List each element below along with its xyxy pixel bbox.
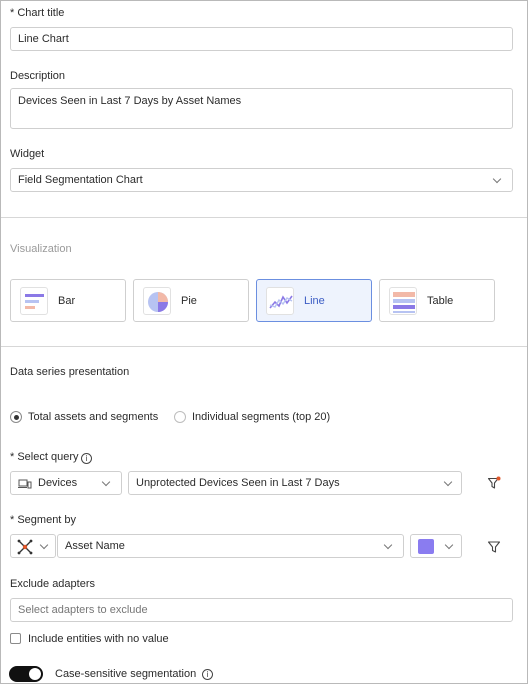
chevron-down-icon <box>443 477 453 487</box>
segment-type-select[interactable] <box>10 534 56 558</box>
widget-label: Widget <box>10 148 45 160</box>
viz-option-bar-label: Bar <box>58 294 76 307</box>
chevron-down-icon <box>383 540 393 550</box>
viz-option-table-label: Table <box>427 294 454 307</box>
chart-title-value: Line Chart <box>18 33 69 45</box>
chart-title-label: * Chart title <box>10 7 65 19</box>
segment-by-label: * Segment by <box>10 514 77 526</box>
include-no-value-checkbox[interactable] <box>10 633 21 644</box>
segment-field-icon <box>17 539 33 555</box>
description-label: Description <box>10 70 66 82</box>
viz-option-pie-label: Pie <box>181 294 197 307</box>
data-series-label: Data series presentation <box>10 366 130 378</box>
bar-chart-icon <box>20 287 48 315</box>
radio-total-assets-label: Total assets and segments <box>28 411 159 423</box>
radio-individual-segments-label: Individual segments (top 20) <box>192 411 331 423</box>
exclude-adapters-label: Exclude adapters <box>10 578 95 590</box>
chevron-down-icon <box>444 540 454 550</box>
device-icon <box>18 479 32 489</box>
chevron-down-icon <box>39 540 49 550</box>
description-textarea[interactable]: Devices Seen in Last 7 Days by Asset Nam… <box>10 88 513 129</box>
filter-icon[interactable] <box>487 476 501 490</box>
filter-icon[interactable] <box>487 540 501 554</box>
viz-option-table[interactable]: Table <box>379 279 495 322</box>
chevron-down-icon <box>492 174 502 184</box>
exclude-adapters-input[interactable]: Select adapters to exclude <box>10 598 513 622</box>
segment-field-value: Asset Name <box>65 540 125 552</box>
widget-value: Field Segmentation Chart <box>18 174 143 186</box>
segment-field-select[interactable]: Asset Name <box>57 534 404 558</box>
entity-value: Devices <box>38 477 78 489</box>
query-select[interactable]: Unprotected Devices Seen in Last 7 Days <box>128 471 462 495</box>
select-query-label: * Select query <box>10 451 79 463</box>
chart-config-panel: * Chart title Line Chart Description Dev… <box>0 0 528 684</box>
segment-color-picker[interactable] <box>410 534 462 558</box>
viz-option-line-label: Line <box>304 294 325 307</box>
pie-chart-icon <box>143 287 171 315</box>
section-divider <box>1 346 527 347</box>
viz-option-bar[interactable]: Bar <box>10 279 126 322</box>
chevron-down-icon <box>101 477 111 487</box>
table-icon <box>389 287 417 315</box>
widget-select[interactable]: Field Segmentation Chart <box>10 168 513 192</box>
exclude-adapters-placeholder: Select adapters to exclude <box>18 604 148 616</box>
radio-individual-segments[interactable] <box>174 411 186 423</box>
info-icon[interactable]: i <box>81 453 92 464</box>
entity-select[interactable]: Devices <box>10 471 122 495</box>
description-value: Devices Seen in Last 7 Days by Asset Nam… <box>18 95 242 107</box>
case-sensitive-toggle[interactable] <box>9 666 43 682</box>
color-swatch <box>418 539 434 554</box>
radio-total-assets[interactable] <box>10 411 22 423</box>
viz-option-pie[interactable]: Pie <box>133 279 249 322</box>
viz-option-line[interactable]: Line <box>256 279 372 322</box>
chart-title-input[interactable]: Line Chart <box>10 27 513 51</box>
case-sensitive-label: Case-sensitive segmentation <box>55 668 197 680</box>
visualization-label: Visualization <box>10 243 72 255</box>
include-no-value-label: Include entities with no value <box>28 633 169 645</box>
info-icon[interactable]: i <box>202 669 213 680</box>
query-value: Unprotected Devices Seen in Last 7 Days <box>136 477 340 489</box>
section-divider <box>1 217 527 218</box>
line-chart-icon <box>266 287 294 315</box>
